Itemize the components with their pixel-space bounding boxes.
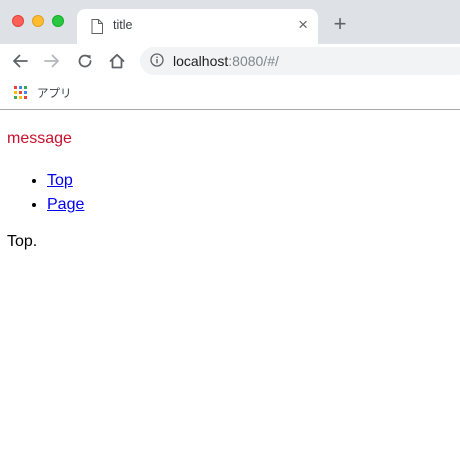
browser-tab[interactable]: title × xyxy=(77,9,318,44)
home-icon[interactable] xyxy=(108,52,126,70)
top-link[interactable]: Top xyxy=(47,172,73,189)
back-arrow-icon[interactable] xyxy=(11,52,29,70)
page-link[interactable]: Page xyxy=(47,196,84,213)
tab-close-icon[interactable]: × xyxy=(298,15,308,35)
address-bar[interactable]: localhost:8080/#/ xyxy=(140,47,460,75)
window-maximize-button[interactable] xyxy=(52,15,64,27)
url-path: :8080/#/ xyxy=(228,53,279,69)
tab-title: title xyxy=(113,18,133,32)
list-item: Top xyxy=(47,169,84,193)
window-minimize-button[interactable] xyxy=(32,15,44,27)
page-content: message Top Page Top. xyxy=(0,110,460,460)
window-close-button[interactable] xyxy=(12,15,24,27)
message-text: message xyxy=(7,130,72,147)
url-text: localhost:8080/#/ xyxy=(173,53,279,69)
apps-grid-icon[interactable] xyxy=(14,86,27,99)
forward-arrow-icon[interactable] xyxy=(43,52,61,70)
new-tab-button[interactable]: + xyxy=(330,13,350,35)
tab-strip: title × + xyxy=(0,0,460,44)
info-icon[interactable] xyxy=(150,53,164,67)
nav-link-list: Top Page xyxy=(7,169,84,217)
apps-bookmark-label[interactable]: アプリ xyxy=(37,85,72,101)
route-content-text: Top. xyxy=(7,233,38,250)
list-item: Page xyxy=(47,193,84,217)
page-icon xyxy=(91,19,103,34)
reload-icon[interactable] xyxy=(76,52,94,70)
url-host: localhost xyxy=(173,53,229,69)
bookmarks-bar: アプリ xyxy=(0,78,460,110)
browser-toolbar: localhost:8080/#/ xyxy=(0,44,460,78)
